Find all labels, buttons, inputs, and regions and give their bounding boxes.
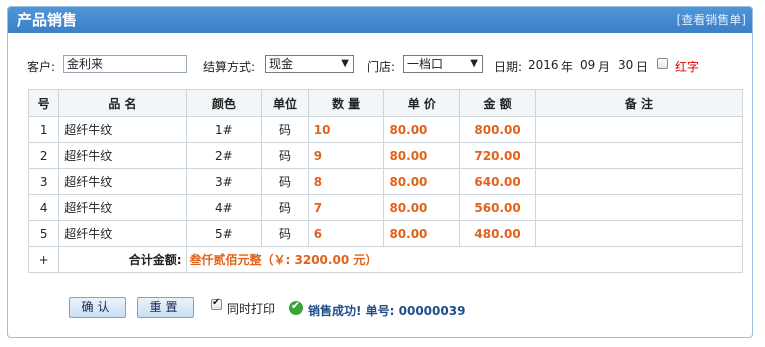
row-no: 3 [27, 168, 60, 195]
red-invoice-label: 红字 [675, 60, 700, 74]
row-amount: 480.00 [459, 220, 536, 247]
row-no: 4 [27, 194, 60, 221]
confirm-button[interactable]: 确认 [69, 297, 126, 318]
row-price[interactable]: 80.00 [383, 116, 461, 143]
month-unit: 月 [598, 60, 611, 74]
row-unit: 码 [261, 116, 309, 143]
row-qty[interactable]: 9 [307, 142, 385, 169]
sales-panel: 产品销售 [查看销售单] 客户: 金利来 结算方式: 现金 ▼ 门店: 一档口 … [7, 6, 753, 338]
total-label: 合计金额: [58, 246, 187, 273]
total-row: + 合计金额: 叁仟贰佰元整（￥: 3200.00 元） [27, 246, 744, 273]
row-no: 5 [27, 220, 60, 247]
row-color[interactable]: 2# [185, 142, 263, 169]
col-header-unit: 单位 [261, 89, 309, 117]
row-unit: 码 [261, 142, 309, 169]
row-name[interactable]: 超纤牛纹 [58, 142, 187, 169]
date-month[interactable]: 09 [580, 58, 595, 72]
row-name[interactable]: 超纤牛纹 [58, 116, 187, 143]
row-unit: 码 [261, 194, 309, 221]
day-unit: 日 [636, 60, 649, 74]
row-qty[interactable]: 8 [307, 168, 385, 195]
row-note[interactable] [534, 142, 744, 169]
print-label: 同时打印 [227, 302, 276, 316]
col-header-color: 颜色 [185, 89, 263, 117]
row-name[interactable]: 超纤牛纹 [58, 168, 187, 195]
row-qty[interactable]: 10 [307, 116, 385, 143]
row-name[interactable]: 超纤牛纹 [58, 194, 187, 221]
dropdown-arrow-icon: ▼ [470, 58, 478, 69]
table-row: 2 超纤牛纹 2# 码 9 80.00 720.00 [27, 142, 744, 169]
page-title: 产品销售 [17, 11, 78, 29]
col-header-amount: 金 额 [459, 89, 536, 117]
row-note[interactable] [534, 220, 744, 247]
row-note[interactable] [534, 116, 744, 143]
dropdown-arrow-icon: ▼ [341, 58, 349, 69]
date-label: 日期: [494, 60, 523, 74]
row-unit: 码 [261, 220, 309, 247]
col-header-name: 品 名 [58, 89, 187, 117]
table-row: 3 超纤牛纹 3# 码 8 80.00 640.00 [27, 168, 744, 195]
col-header-note: 备 注 [534, 89, 744, 117]
table-header-row: 号 品 名 颜色 单位 数 量 单 价 金 额 备 注 [27, 89, 744, 117]
red-invoice-checkbox[interactable] [657, 58, 668, 69]
row-amount: 800.00 [459, 116, 536, 143]
row-qty[interactable]: 6 [307, 220, 385, 247]
reset-button[interactable]: 重置 [137, 297, 194, 318]
table-row: 4 超纤牛纹 4# 码 7 80.00 560.00 [27, 194, 744, 221]
row-no: 1 [27, 116, 60, 143]
store-select[interactable]: 一档口 ▼ [403, 55, 483, 73]
success-message: 销售成功! 单号: 00000039 [308, 304, 466, 318]
row-note[interactable] [534, 194, 744, 221]
row-amount: 720.00 [459, 142, 536, 169]
row-amount: 640.00 [459, 168, 536, 195]
panel-header: 产品销售 [查看销售单] [8, 7, 752, 33]
date-year[interactable]: 2016 [528, 58, 559, 72]
row-price[interactable]: 80.00 [383, 168, 461, 195]
row-color[interactable]: 5# [185, 220, 263, 247]
table-row: 1 超纤牛纹 1# 码 10 80.00 800.00 [27, 116, 744, 143]
view-sales-orders-link[interactable]: [查看销售单] [677, 7, 746, 33]
order-form-row: 客户: 金利来 结算方式: 现金 ▼ 门店: 一档口 ▼ 日期: 2016 年 … [8, 55, 752, 77]
add-row-button[interactable]: + [27, 246, 60, 273]
customer-label: 客户: [27, 60, 56, 74]
store-value: 一档口 [407, 57, 444, 71]
year-unit: 年 [561, 60, 574, 74]
col-header-qty: 数 量 [307, 89, 385, 117]
table-row: 5 超纤牛纹 5# 码 6 80.00 480.00 [27, 220, 744, 247]
row-qty[interactable]: 7 [307, 194, 385, 221]
col-header-price: 单 价 [383, 89, 461, 117]
row-no: 2 [27, 142, 60, 169]
row-color[interactable]: 1# [185, 116, 263, 143]
date-day[interactable]: 30 [618, 58, 633, 72]
payment-method-label: 结算方式: [203, 60, 256, 74]
payment-method-value: 现金 [269, 57, 294, 71]
row-color[interactable]: 4# [185, 194, 263, 221]
payment-method-select[interactable]: 现金 ▼ [265, 55, 354, 73]
customer-input[interactable]: 金利来 [63, 55, 187, 73]
col-header-no: 号 [27, 89, 60, 117]
row-price[interactable]: 80.00 [383, 220, 461, 247]
success-check-icon [289, 299, 303, 315]
row-name[interactable]: 超纤牛纹 [58, 220, 187, 247]
total-amount-text: 叁仟贰佰元整（￥: 3200.00 元） [185, 246, 744, 273]
row-note[interactable] [534, 168, 744, 195]
row-unit: 码 [261, 168, 309, 195]
row-amount: 560.00 [459, 194, 536, 221]
print-checkbox[interactable] [211, 297, 222, 310]
row-price[interactable]: 80.00 [383, 142, 461, 169]
row-price[interactable]: 80.00 [383, 194, 461, 221]
sales-items-table: 号 品 名 颜色 单位 数 量 单 价 金 额 备 注 1 超纤牛纹 1# 码 … [27, 89, 744, 273]
row-color[interactable]: 3# [185, 168, 263, 195]
store-label: 门店: [367, 60, 396, 74]
